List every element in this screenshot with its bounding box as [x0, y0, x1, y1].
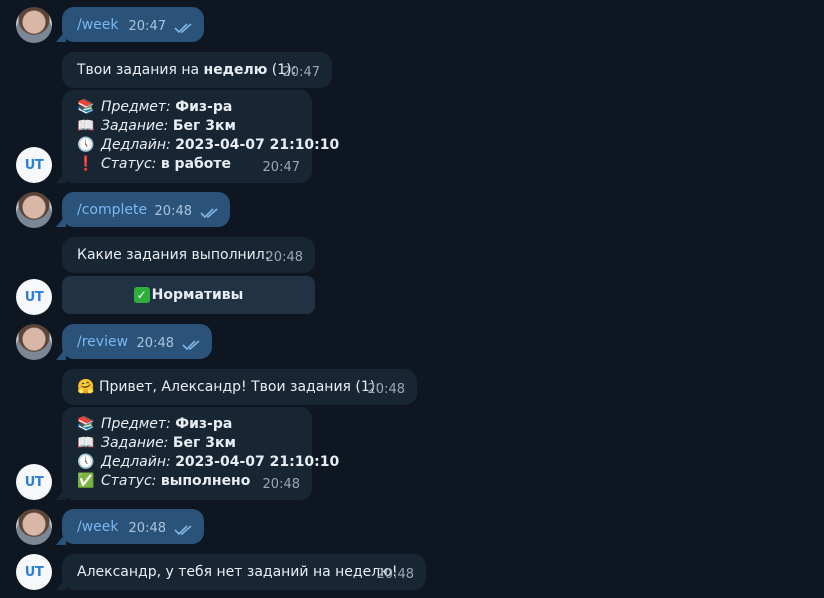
exclamation-icon: ❗ [77, 156, 95, 172]
message-time: 20:47 [262, 160, 300, 175]
outgoing-message[interactable]: /week 20:47 [62, 7, 204, 42]
subject-label: Предмет: [101, 99, 171, 115]
incoming-message: Твои задания на неделю (1): 20:47 [62, 52, 332, 88]
message-text: Твои задания на неделю (1): [77, 61, 296, 80]
double-check-icon [182, 340, 200, 351]
incoming-message: Александр, у тебя нет заданий на неделю!… [62, 554, 426, 590]
check-icon: ✅ [77, 473, 95, 489]
user-avatar[interactable] [16, 7, 52, 43]
book-icon: 📖 [77, 118, 95, 134]
command-link[interactable]: /week [77, 518, 119, 537]
command-link[interactable]: /review [77, 333, 128, 352]
double-check-icon [174, 525, 192, 536]
text-bold: неделю [203, 62, 268, 78]
message-time: 20:47 [128, 19, 166, 34]
status-label: Статус: [101, 473, 157, 489]
message-time: 20:48 [128, 521, 166, 536]
subject-value: Физ-ра [175, 416, 233, 432]
user-avatar[interactable] [16, 324, 52, 360]
user-avatar[interactable] [16, 509, 52, 545]
subject-value: Физ-ра [175, 99, 233, 115]
greeting-text: Привет, Александр! Твои задания (1): [99, 379, 380, 395]
bot-avatar[interactable]: UT [16, 279, 52, 315]
books-icon: 📚 [77, 416, 95, 432]
bot-avatar-text: UT [24, 474, 44, 490]
hugging-face-icon: 🤗 [77, 379, 95, 395]
status-value: выполнено [160, 473, 251, 489]
inline-button-normativy[interactable]: ✓ Нормативы [62, 276, 315, 314]
deadline-value: 2023-04-07 21:10:10 [175, 137, 340, 153]
status-label: Статус: [101, 156, 157, 172]
inline-button-label: Нормативы [151, 287, 244, 303]
task-value: Бег 3км [172, 118, 236, 134]
bot-avatar[interactable]: UT [16, 147, 52, 183]
bot-avatar-text: UT [24, 289, 44, 305]
message-time: 20:48 [136, 336, 174, 351]
incoming-message: 🤗 Привет, Александр! Твои задания (1): 20… [62, 369, 417, 405]
deadline-label: Дедлайн: [101, 137, 171, 153]
message-time: 20:48 [262, 477, 300, 492]
message-time: 20:48 [265, 250, 303, 265]
incoming-message: Какие задания выполнил: 20:48 [62, 237, 315, 273]
bot-avatar[interactable]: UT [16, 554, 52, 590]
status-value: в работе [160, 156, 232, 172]
message-time: 20:48 [367, 382, 405, 397]
task-card-message: 📚 Предмет: Физ-ра 📖 Задание: Бег 3км 🕔 Дедл… [62, 90, 339, 183]
book-icon: 📖 [77, 435, 95, 451]
message-text: Какие задания выполнил: [77, 247, 270, 263]
deadline-value: 2023-04-07 21:10:10 [175, 454, 340, 470]
subject-label: Предмет: [101, 416, 171, 432]
command-link[interactable]: /week [77, 16, 119, 35]
task-label: Задание: [101, 435, 169, 451]
outgoing-message[interactable]: /week 20:48 [62, 509, 204, 544]
message-time: 20:47 [282, 65, 320, 80]
bot-avatar-text: UT [24, 157, 44, 173]
message-time: 20:48 [376, 567, 414, 582]
double-check-icon [174, 23, 192, 34]
deadline-label: Дедлайн: [101, 454, 171, 470]
double-check-icon [200, 208, 218, 219]
user-avatar[interactable] [16, 192, 52, 228]
task-label: Задание: [101, 118, 169, 134]
bot-avatar[interactable]: UT [16, 464, 52, 500]
task-value: Бег 3км [172, 435, 236, 451]
clock-icon: 🕔 [77, 137, 95, 153]
check-icon: ✓ [133, 287, 150, 303]
command-link[interactable]: /complete [77, 201, 147, 220]
text-prefix: Твои задания на [77, 62, 204, 78]
outgoing-message[interactable]: /review 20:48 [62, 324, 212, 359]
outgoing-message[interactable]: /complete 20:48 [62, 192, 230, 227]
message-time: 20:48 [154, 204, 192, 219]
message-text: 🤗 Привет, Александр! Твои задания (1): [77, 378, 380, 397]
task-card-message: 📚 Предмет: Физ-ра 📖 Задание: Бег 3км 🕔 Дедл… [62, 407, 339, 500]
message-text: Александр, у тебя нет заданий на неделю! [77, 564, 398, 580]
bot-avatar-text: UT [24, 564, 44, 580]
books-icon: 📚 [77, 99, 95, 115]
clock-icon: 🕔 [77, 454, 95, 470]
